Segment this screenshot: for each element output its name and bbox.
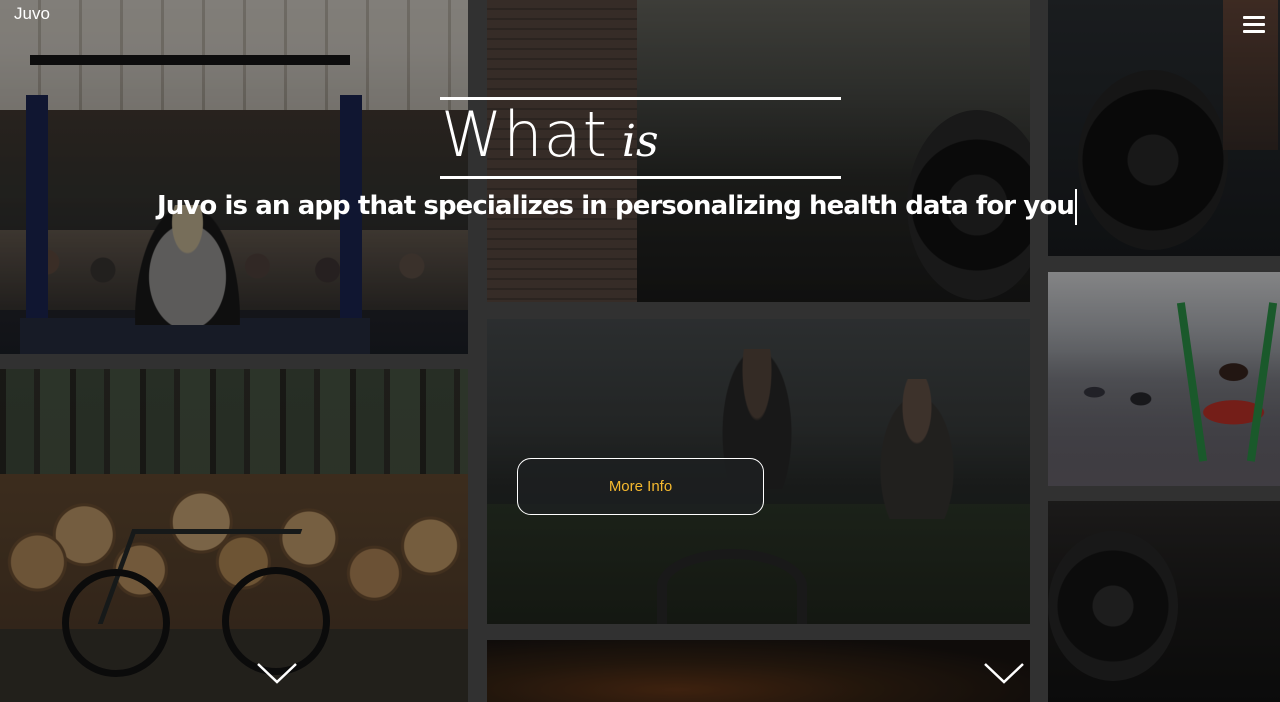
headline-word-what: What	[441, 98, 608, 171]
headline-rule-bottom	[440, 176, 841, 179]
hero-tagline-wrapper: Juvo is an app that specializes in perso…	[157, 186, 1077, 226]
headline-word-is: is	[621, 116, 659, 167]
hero-headline: What is	[441, 100, 659, 170]
chevron-down-icon[interactable]	[983, 662, 1025, 684]
hamburger-menu-icon[interactable]	[1243, 16, 1265, 36]
chevron-down-icon[interactable]	[256, 662, 298, 684]
more-info-button[interactable]: More Info	[517, 458, 764, 515]
logo[interactable]: Juvo	[14, 4, 50, 24]
hero-tagline: Juvo is an app that specializes in perso…	[157, 191, 1075, 221]
typing-caret	[1075, 188, 1077, 225]
